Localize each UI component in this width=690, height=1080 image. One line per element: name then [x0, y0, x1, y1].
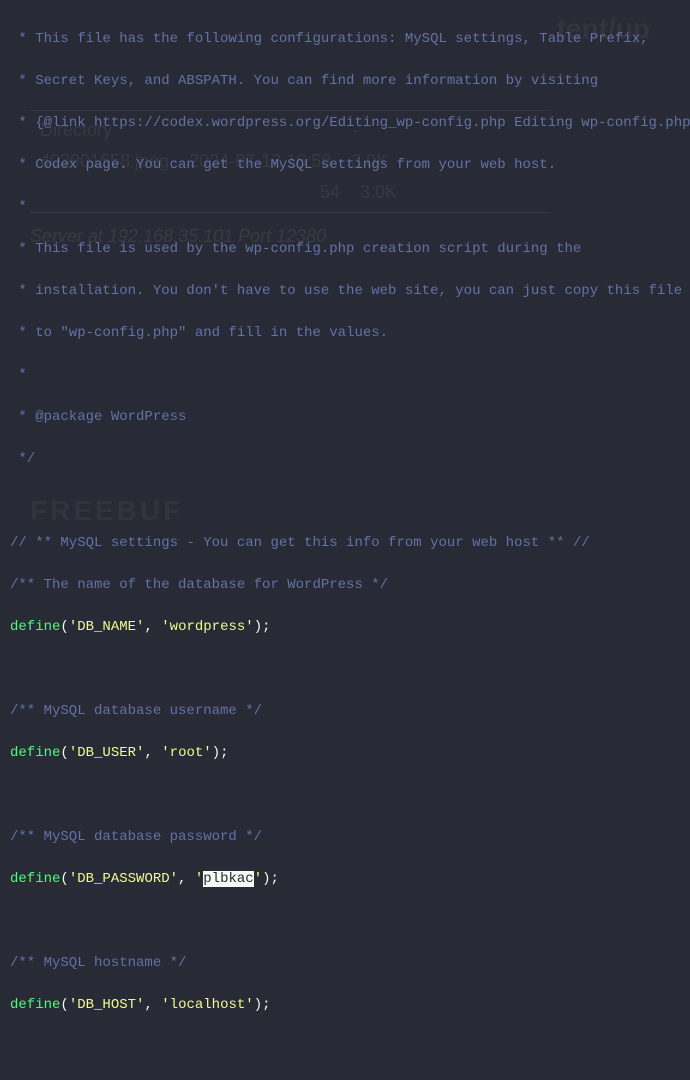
comment-line: * {@link https://codex.wordpress.org/Edi…: [10, 113, 680, 134]
comment-line: *: [10, 197, 680, 218]
define-db-host: define('DB_HOST', 'localhost');: [10, 995, 680, 1016]
comment-line: // ** MySQL settings - You can get this …: [10, 533, 680, 554]
comment-line: * to "wp-config.php" and fill in the val…: [10, 323, 680, 344]
comment-line: */: [10, 449, 680, 470]
comment-line: /** Database Charset to use in creating …: [10, 1079, 680, 1080]
define-db-user: define('DB_USER', 'root');: [10, 743, 680, 764]
comment-line: * This file is used by the wp-config.php…: [10, 239, 680, 260]
code-editor-content[interactable]: * This file has the following configurat…: [10, 8, 680, 1080]
define-db-name: define('DB_NAME', 'wordpress');: [10, 617, 680, 638]
comment-line: * @package WordPress: [10, 407, 680, 428]
comment-line: * Codex page. You can get the MySQL sett…: [10, 155, 680, 176]
comment-line: /** MySQL database password */: [10, 827, 680, 848]
comment-line: /** MySQL database username */: [10, 701, 680, 722]
highlighted-password: plbkac: [203, 871, 253, 887]
comment-line: /** The name of the database for WordPre…: [10, 575, 680, 596]
comment-line: * Secret Keys, and ABSPATH. You can find…: [10, 71, 680, 92]
comment-line: * installation. You don't have to use th…: [10, 281, 680, 302]
comment-line: /** MySQL hostname */: [10, 953, 680, 974]
comment-line: *: [10, 365, 680, 386]
comment-line: * This file has the following configurat…: [10, 29, 680, 50]
define-db-password: define('DB_PASSWORD', 'plbkac');: [10, 869, 680, 890]
